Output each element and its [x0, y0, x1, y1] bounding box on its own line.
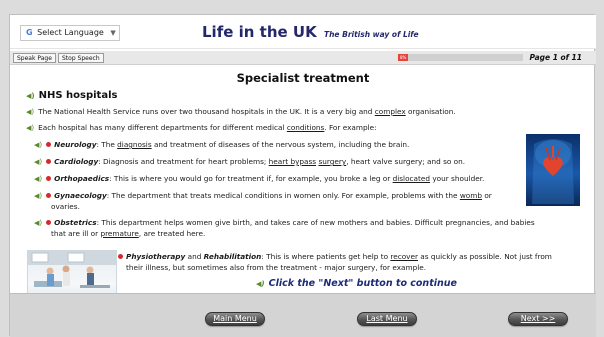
speaker-icon[interactable]: ◀): [34, 192, 42, 200]
app-frame: G Select Language ▼ Life in the UK The B…: [9, 14, 596, 337]
list-item-gynaecology: ◀) Gynaecology: The department that treat…: [34, 191, 524, 212]
item-text: : Diagnosis and treatment for heart prob…: [98, 157, 269, 166]
item-text: and treatment of diseases of the nervous…: [151, 140, 410, 149]
stop-speech-button[interactable]: Stop Speech: [58, 53, 104, 63]
list-item-obstetrics: ◀) Obstetrics: This department helps wome…: [34, 218, 579, 239]
continue-prompt: ◀) Click the "Next" button to continue: [256, 278, 457, 289]
language-select-label: Select Language: [37, 28, 104, 37]
term-neurology: Neurology: [54, 140, 97, 149]
last-menu-button[interactable]: Last Menu: [357, 312, 417, 326]
item-text: as quickly as possible. Not just from: [417, 252, 552, 261]
glossary-link-surgery[interactable]: surgery: [318, 157, 346, 166]
speaker-icon[interactable]: ◀): [26, 124, 34, 132]
page-title: Specialist treatment: [236, 71, 370, 85]
next-button[interactable]: Next >>: [508, 312, 568, 326]
site-title: Life in the UK The British way of Life: [202, 23, 419, 41]
glossary-link-womb[interactable]: womb: [460, 191, 482, 200]
bullet-icon: [46, 141, 52, 147]
speaker-icon[interactable]: ◀): [26, 108, 34, 116]
bullet-icon: [46, 219, 52, 225]
item-text: their illness, but sometimes also from t…: [126, 262, 427, 272]
header: G Select Language ▼ Life in the UK The B…: [10, 15, 596, 49]
item-text: : This is where patients get help to: [261, 252, 391, 261]
chevron-down-icon: ▼: [110, 29, 116, 37]
bullet-icon: [46, 158, 52, 164]
intro-text: The National Health Service runs over tw…: [38, 107, 375, 116]
speaker-icon[interactable]: ◀): [256, 280, 265, 288]
speak-page-button[interactable]: Speak Page: [13, 53, 56, 63]
glossary-link-conditions[interactable]: conditions: [287, 123, 325, 132]
item-text: your shoulder.: [430, 174, 485, 183]
departments-text-end: . For example:: [324, 123, 377, 132]
item-text: ovaries.: [51, 201, 80, 211]
progress-fill: 8%: [398, 54, 408, 61]
language-select[interactable]: G Select Language ▼: [20, 25, 120, 41]
site-title-text: Life in the UK: [202, 23, 317, 41]
term-obstetrics: Obstetrics: [54, 218, 97, 227]
main-content: Specialist treatment ◀) NHS hospitals ◀) T…: [10, 66, 596, 308]
list-item-orthopaedics: ◀) Orthopaedics: This is where you would …: [34, 174, 524, 185]
toolbar: Speak Page Stop Speech 8% Page 1 of 11: [10, 51, 596, 65]
google-g-icon: G: [26, 28, 33, 37]
term-rehabilitation: Rehabilitation: [203, 252, 262, 261]
bullet-icon: [46, 175, 52, 181]
main-menu-button[interactable]: Main Menu: [205, 312, 265, 326]
term-physiotherapy: Physiotherapy: [126, 252, 186, 261]
speaker-icon[interactable]: ◀): [26, 92, 35, 100]
item-text: : This is where you would go for treatme…: [109, 174, 393, 183]
term-orthopaedics: Orthopaedics: [54, 174, 110, 183]
site-subtitle: The British way of Life: [323, 30, 419, 39]
list-item-physiotherapy: Physiotherapy and Rehabilitation: This i…: [118, 252, 588, 273]
bullet-icon: [46, 192, 52, 198]
section-heading: ◀) NHS hospitals: [26, 90, 117, 101]
item-text: and: [185, 252, 204, 261]
bullet-icon: [118, 253, 123, 259]
speaker-icon[interactable]: ◀): [34, 141, 42, 149]
departments-paragraph: ◀) Each hospital has many different depar…: [26, 123, 526, 134]
departments-text: Each hospital has many different departm…: [38, 123, 287, 132]
item-text: , are treated here.: [138, 228, 206, 238]
list-item-cardiology: ◀) Cardiology: Diagnosis and treatment fo…: [34, 157, 524, 168]
list-item-neurology: ◀) Neurology: The diagnosis and treatment…: [34, 140, 514, 151]
speaker-icon[interactable]: ◀): [34, 158, 42, 166]
progress-label: 8%: [400, 55, 407, 60]
item-text: : The: [96, 140, 118, 149]
page-indicator: Page 1 of 11: [529, 53, 582, 62]
item-text: that are ill or: [51, 228, 101, 238]
speaker-icon[interactable]: ◀): [34, 175, 42, 183]
intro-text-end: organisation.: [405, 107, 456, 116]
glossary-link-premature[interactable]: premature: [100, 229, 138, 238]
term-cardiology: Cardiology: [54, 157, 99, 166]
section-heading-text: NHS hospitals: [38, 90, 118, 101]
glossary-link-heart-bypass[interactable]: heart bypass: [269, 157, 316, 166]
glossary-link-diagnosis[interactable]: diagnosis: [117, 140, 151, 149]
glossary-link-complex[interactable]: complex: [375, 107, 406, 116]
term-gynaecology: Gynaecology: [54, 191, 107, 200]
heart-anatomy-image: [526, 134, 580, 206]
glossary-link-dislocated[interactable]: dislocated: [393, 174, 430, 183]
glossary-link-recover[interactable]: recover: [390, 252, 418, 261]
item-text: , heart valve surgery; and so on.: [346, 157, 466, 166]
continue-prompt-text: Click the "Next" button to continue: [268, 278, 457, 289]
item-text: or: [482, 191, 492, 200]
progress-bar: 8%: [398, 54, 523, 61]
speaker-icon[interactable]: ◀): [34, 219, 42, 227]
intro-paragraph: ◀) The National Health Service runs over …: [26, 107, 566, 118]
item-text: : The department that treats medical con…: [106, 191, 460, 200]
item-text: : This department helps women give birth…: [96, 218, 535, 227]
